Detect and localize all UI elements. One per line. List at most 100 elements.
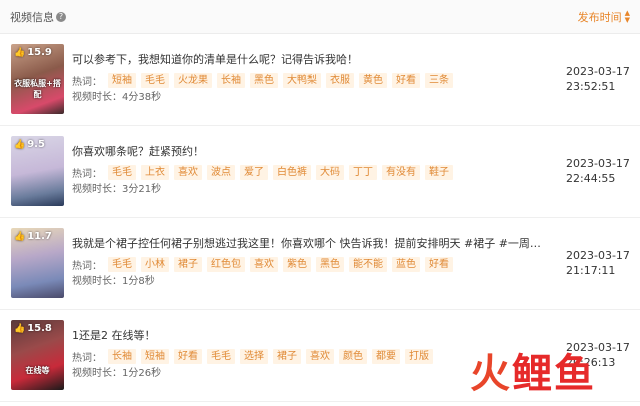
hot-word-tag[interactable]: 黑色 [250, 72, 278, 88]
hot-word-tag[interactable]: 上衣 [141, 164, 169, 180]
list-item[interactable]: 👍 11.7 我就是个裙子控任何裙子别想逃过我这里！你喜欢哪个 快告诉我！提前安… [0, 218, 640, 310]
publish-clock: 21:17:11 [566, 264, 616, 277]
duration-row: 视频时长：3分21秒 [72, 183, 542, 197]
video-title[interactable]: 我就是个裙子控任何裙子别想逃过我这里！你喜欢哪个 快告诉我！提前安排明天 #裙子… [72, 236, 542, 252]
hot-word-tag[interactable]: 鞋子 [425, 164, 453, 180]
question-circle-icon[interactable]: ? [56, 11, 66, 22]
video-info: 你喜欢哪条呢？赶紧预约！ 热词： 毛毛 上衣 喜欢 波点 爱了 白色裤 大码 丁丁 有没有 鞋子 … [72, 144, 542, 197]
hot-word-tag[interactable]: 长袖 [108, 348, 136, 364]
hot-word-tag[interactable]: 能不能 [349, 256, 387, 272]
likes-badge: 👍 15.8 [14, 323, 52, 334]
likes-badge: 👍 15.9 [14, 47, 52, 58]
video-thumbnail[interactable]: 👍 11.7 [11, 228, 64, 298]
hot-words-label: 热词： [72, 76, 102, 88]
hot-words-label: 热词： [72, 168, 102, 180]
sort-publish-time-button[interactable]: 发布时间 ▲ ▼ [578, 9, 630, 25]
likes-count: 15.8 [27, 323, 52, 334]
video-info-label: 视频信息 [10, 10, 54, 24]
hot-word-tag[interactable]: 黑色 [316, 256, 344, 272]
video-info: 我就是个裙子控任何裙子别想逃过我这里！你喜欢哪个 快告诉我！提前安排明天 #裙子… [72, 236, 542, 289]
hot-word-tag[interactable]: 裙子 [174, 256, 202, 272]
hot-word-tag[interactable]: 长袖 [217, 72, 245, 88]
hot-word-tag[interactable]: 都要 [372, 348, 400, 364]
publish-time: 2023-03-17 23:52:51 [566, 64, 630, 94]
thumb-up-icon: 👍 [14, 47, 26, 58]
duration-value: 1分26秒 [122, 368, 162, 379]
sort-label: 发布时间 [577, 10, 622, 24]
hot-word-tag[interactable]: 爱了 [240, 164, 268, 180]
hot-word-tag[interactable]: 三条 [425, 72, 453, 88]
video-thumbnail[interactable]: 👍 15.8 在线等 [11, 320, 64, 390]
publish-date: 2023-03-17 [566, 249, 630, 262]
publish-time: 2023-03-17 21:17:11 [566, 248, 630, 278]
duration-row: 视频时长：4分38秒 [72, 91, 542, 105]
hot-word-tag[interactable]: 衣服 [326, 72, 354, 88]
hot-words-label: 热词： [72, 260, 102, 272]
sort-caret-icon: ▲ ▼ [624, 8, 630, 24]
logo-char: 鲤 [512, 351, 554, 397]
hot-word-tag[interactable]: 毛毛 [207, 348, 235, 364]
video-title[interactable]: 1还是2 在线等！ [72, 328, 542, 344]
video-thumbnail[interactable]: 👍 9.5 [11, 136, 64, 206]
hot-word-tag[interactable]: 喜欢 [306, 348, 334, 364]
thumb-up-icon: 👍 [14, 323, 26, 334]
hot-word-tag[interactable]: 蓝色 [392, 256, 420, 272]
publish-clock: 23:52:51 [566, 80, 616, 93]
publish-date: 2023-03-17 [566, 157, 630, 170]
video-info-header: 视频信息 ? [10, 9, 66, 25]
hot-word-tag[interactable]: 打版 [405, 348, 433, 364]
duration-label: 视频时长： [72, 276, 122, 287]
video-title[interactable]: 你喜欢哪条呢？赶紧预约！ [72, 144, 542, 160]
hot-word-tag[interactable]: 喜欢 [250, 256, 278, 272]
video-info: 可以参考下，我想知道你的清单是什么呢？记得告诉我哈！ 热词： 短袖 毛毛 火龙果 长袖… [72, 52, 542, 105]
duration-value: 1分8秒 [122, 276, 155, 287]
duration-value: 3分21秒 [122, 184, 162, 195]
hot-word-tag[interactable]: 毛毛 [108, 164, 136, 180]
publish-clock: 22:44:55 [566, 172, 616, 185]
publish-date: 2023-03-17 [566, 65, 630, 78]
table-header: 视频信息 ? 发布时间 ▲ ▼ [0, 0, 640, 34]
duration-label: 视频时长： [72, 368, 122, 379]
thumbnail-overlay-text: 衣服私服+搭配 [14, 79, 61, 99]
hot-word-tag[interactable]: 白色裤 [273, 164, 311, 180]
hot-word-tag[interactable]: 短袖 [141, 348, 169, 364]
hot-word-tag[interactable]: 好看 [174, 348, 202, 364]
hot-word-tag[interactable]: 颜色 [339, 348, 367, 364]
list-item[interactable]: 👍 15.9 衣服私服+搭配 可以参考下，我想知道你的清单是什么呢？记得告诉我哈… [0, 34, 640, 126]
hot-word-tag[interactable]: 短袖 [108, 72, 136, 88]
video-title[interactable]: 可以参考下，我想知道你的清单是什么呢？记得告诉我哈！ [72, 52, 542, 68]
hot-word-tag[interactable]: 有没有 [382, 164, 420, 180]
video-list: 👍 15.9 衣服私服+搭配 可以参考下，我想知道你的清单是什么呢？记得告诉我哈… [0, 34, 640, 402]
likes-badge: 👍 9.5 [14, 139, 45, 150]
hot-word-tag[interactable]: 裙子 [273, 348, 301, 364]
hot-word-tag[interactable]: 好看 [425, 256, 453, 272]
thumb-up-icon: 👍 [14, 139, 26, 150]
hot-word-tag[interactable]: 波点 [207, 164, 235, 180]
likes-badge: 👍 11.7 [14, 231, 52, 242]
hot-word-tag[interactable]: 毛毛 [108, 256, 136, 272]
hot-word-tag[interactable]: 丁丁 [349, 164, 377, 180]
hot-word-tag[interactable]: 小林 [141, 256, 169, 272]
hot-words-label: 热词： [72, 352, 102, 364]
watermark-logo: 火鲤鱼 [470, 354, 596, 394]
hot-word-tag[interactable]: 黄色 [359, 72, 387, 88]
hot-word-tag[interactable]: 紫色 [283, 256, 311, 272]
thumb-up-icon: 👍 [14, 231, 26, 242]
duration-value: 4分38秒 [122, 92, 162, 103]
hot-word-tag[interactable]: 火龙果 [174, 72, 212, 88]
hot-word-tag[interactable]: 大鸭梨 [283, 72, 321, 88]
hot-word-tag[interactable]: 喜欢 [174, 164, 202, 180]
hot-word-tag[interactable]: 红色包 [207, 256, 245, 272]
likes-count: 11.7 [27, 231, 52, 242]
logo-char: 鱼 [554, 351, 596, 397]
list-item[interactable]: 👍 9.5 你喜欢哪条呢？赶紧预约！ 热词： 毛毛 上衣 喜欢 波点 爱了 白色裤 大码 丁丁… [0, 126, 640, 218]
hot-word-tag[interactable]: 选择 [240, 348, 268, 364]
hot-word-tag[interactable]: 毛毛 [141, 72, 169, 88]
hot-word-tag[interactable]: 好看 [392, 72, 420, 88]
video-thumbnail[interactable]: 👍 15.9 衣服私服+搭配 [11, 44, 64, 114]
duration-label: 视频时长： [72, 92, 122, 103]
likes-count: 9.5 [27, 139, 45, 150]
hot-words-row: 热词： 短袖 毛毛 火龙果 长袖 黑色 大鸭梨 衣服 黄色 好看 三条 [72, 72, 542, 88]
hot-word-tag[interactable]: 大码 [316, 164, 344, 180]
thumbnail-overlay-text: 在线等 [25, 366, 50, 375]
